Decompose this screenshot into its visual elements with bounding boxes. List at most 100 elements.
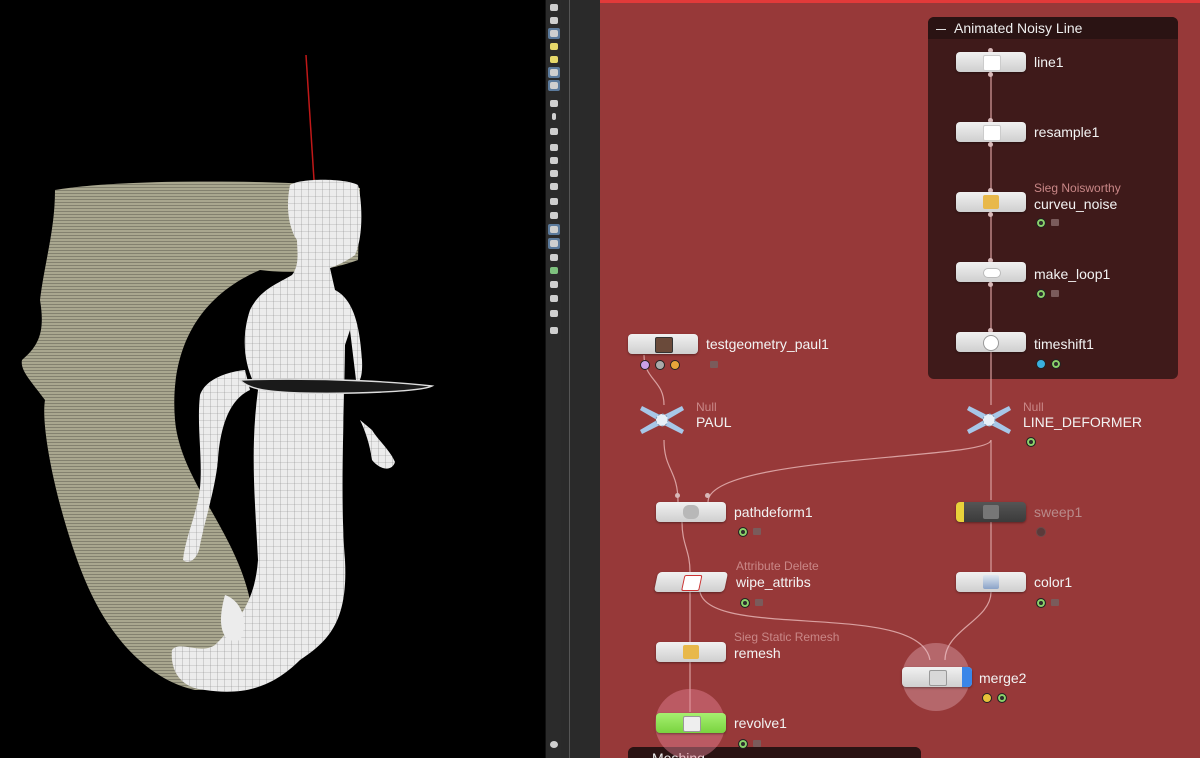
revolve-icon	[683, 716, 701, 732]
node-flags	[738, 735, 766, 749]
line-icon	[983, 55, 1001, 71]
point-icon[interactable]	[548, 111, 560, 122]
output-1-connector[interactable]	[655, 359, 665, 370]
shading-icon[interactable]	[548, 67, 560, 78]
scene-viewport[interactable]	[0, 0, 545, 758]
point-display-icon[interactable]	[548, 126, 560, 137]
node-label-curveu-noise: curveu_noise	[1034, 196, 1118, 212]
sweep-icon	[983, 505, 999, 519]
normal-icon[interactable]	[548, 142, 560, 153]
head-thumbnail-icon	[655, 337, 673, 353]
viewport-geometry	[21, 54, 435, 692]
bounding-box-icon[interactable]	[548, 196, 560, 207]
node-label-sweep1: sweep1	[1034, 504, 1083, 520]
display-flag-icon[interactable]	[1036, 597, 1046, 608]
grid-icon[interactable]	[548, 224, 560, 235]
node-wipe-attribs[interactable]	[653, 572, 729, 592]
texture-icon[interactable]	[548, 265, 560, 276]
wireframe-icon[interactable]	[548, 80, 560, 91]
resample-icon	[983, 125, 1001, 141]
node-remesh[interactable]	[656, 642, 726, 662]
lock-icon[interactable]	[753, 528, 761, 536]
display-flag-icon[interactable]	[1026, 436, 1036, 447]
output-connector[interactable]	[988, 282, 993, 287]
node-sweep1[interactable]	[956, 502, 1026, 522]
node-resample1[interactable]	[956, 122, 1026, 142]
output-2-connector[interactable]	[670, 359, 680, 370]
node-make-loop1[interactable]	[956, 262, 1026, 282]
network-editor[interactable]: Animated Noisy Line Meshing line1 resamp…	[600, 0, 1200, 758]
render-region-icon[interactable]	[548, 308, 560, 319]
display-flag-icon[interactable]	[738, 738, 748, 749]
merge-icon	[929, 670, 947, 686]
lock-icon[interactable]	[1051, 290, 1059, 298]
ghost-icon[interactable]	[548, 98, 560, 109]
node-type-line-deformer: Null	[1023, 400, 1044, 414]
node-curveu-noise[interactable]	[956, 192, 1026, 212]
number-display-icon[interactable]	[548, 168, 560, 179]
attribute-delete-icon	[681, 575, 703, 591]
output-connector[interactable]	[988, 212, 993, 217]
display-flag-icon[interactable]	[740, 597, 750, 608]
node-line-deformer[interactable]	[964, 402, 1014, 438]
node-paul[interactable]	[637, 402, 687, 438]
info-icon[interactable]	[548, 739, 560, 750]
output-0-connector[interactable]	[640, 359, 650, 370]
output-connector[interactable]	[988, 72, 993, 77]
uv-icon[interactable]	[548, 181, 560, 192]
node-line1[interactable]	[956, 52, 1026, 72]
display-flag-icon[interactable]	[1036, 288, 1046, 299]
reference-plane-icon[interactable]	[548, 238, 560, 249]
lock-icon[interactable]	[710, 361, 718, 369]
camera-icon[interactable]	[548, 15, 560, 26]
lock-icon[interactable]	[755, 599, 763, 607]
lock-icon[interactable]	[753, 740, 761, 748]
light-icon[interactable]	[548, 41, 560, 52]
headlight-icon[interactable]	[548, 54, 560, 65]
bypass-flag[interactable]	[956, 502, 964, 522]
comment-icon[interactable]	[1036, 358, 1046, 369]
axis-line	[305, 54, 315, 181]
layout-icon[interactable]	[548, 293, 560, 304]
display-options-icon[interactable]	[548, 28, 560, 39]
node-testgeometry-paul1[interactable]	[628, 334, 698, 354]
lock-icon[interactable]	[1051, 599, 1059, 607]
input-connector[interactable]	[705, 493, 710, 498]
display-flag-icon[interactable]	[1051, 358, 1061, 369]
node-label-wipe-attribs: wipe_attribs	[736, 574, 811, 590]
node-flags	[710, 356, 723, 369]
axis-icon[interactable]	[548, 279, 560, 290]
pathdeform-icon	[683, 505, 699, 519]
display-flag[interactable]	[962, 667, 972, 687]
lock-icon[interactable]	[1051, 219, 1059, 227]
node-timeshift1[interactable]	[956, 332, 1026, 352]
node-flags	[1036, 523, 1051, 537]
vector-icon[interactable]	[548, 155, 560, 166]
node-label-revolve1: revolve1	[734, 715, 787, 731]
output-connector[interactable]	[988, 142, 993, 147]
node-flags	[738, 523, 766, 537]
display-flag-icon[interactable]	[738, 526, 748, 537]
node-flags	[982, 689, 1012, 703]
node-merge2[interactable]	[902, 667, 972, 687]
node-flags	[1036, 594, 1064, 608]
node-flags	[1036, 355, 1066, 369]
flipbook-icon[interactable]	[548, 325, 560, 336]
snap-icon[interactable]	[548, 210, 560, 221]
node-label-color1: color1	[1034, 574, 1073, 590]
display-flag-icon[interactable]	[1036, 526, 1046, 537]
node-pathdeform1[interactable]	[656, 502, 726, 522]
node-color1[interactable]	[956, 572, 1026, 592]
warning-icon[interactable]	[982, 692, 992, 703]
node-label-remesh: remesh	[734, 645, 781, 661]
visualize-icon[interactable]	[548, 252, 560, 263]
node-flags	[740, 594, 768, 608]
input-connector[interactable]	[675, 493, 680, 498]
node-revolve1[interactable]	[656, 713, 726, 733]
clock-icon	[983, 335, 999, 351]
lock-camera-icon[interactable]	[548, 2, 560, 13]
pane-divider[interactable]	[561, 0, 600, 758]
display-flag-icon[interactable]	[1036, 217, 1046, 228]
display-flag-icon[interactable]	[997, 692, 1007, 703]
node-label-make-loop1: make_loop1	[1034, 266, 1111, 282]
